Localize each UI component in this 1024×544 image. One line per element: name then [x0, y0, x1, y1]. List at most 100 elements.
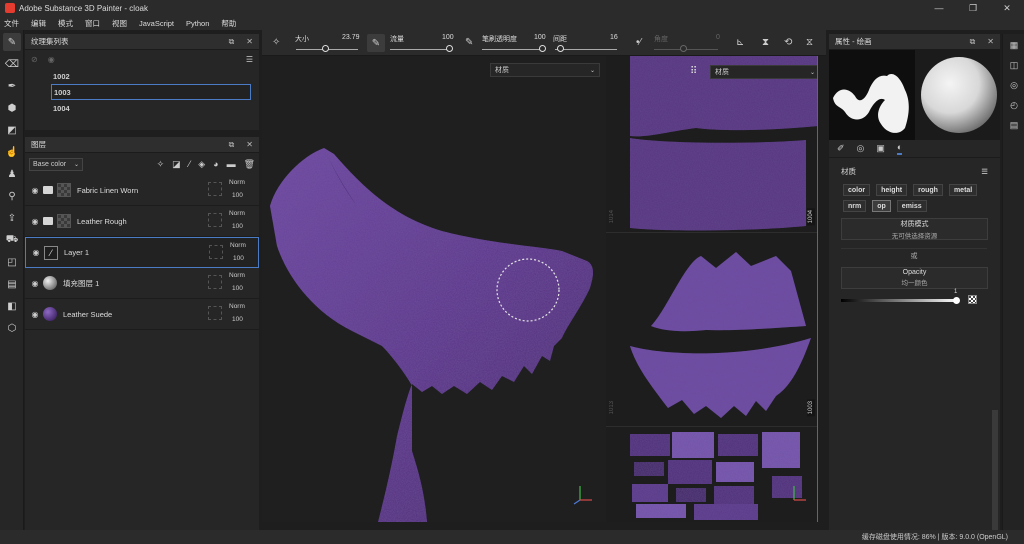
channel-chip-op[interactable]: op: [872, 200, 891, 212]
hide-icon[interactable]: ⊘: [31, 55, 38, 64]
float-icon[interactable]: ⧉: [970, 37, 976, 47]
polygon-fill-icon[interactable]: ◩: [3, 121, 21, 139]
symmetry-settings-icon[interactable]: ⟲: [784, 37, 792, 48]
menu-icon[interactable]: ☰: [981, 167, 988, 176]
blend-mode-select[interactable]: Norm: [229, 303, 245, 310]
stroke-opacity-slider[interactable]: [482, 49, 544, 50]
stroke-opacity-icon[interactable]: ✎: [465, 37, 473, 48]
layer-row[interactable]: ◉ ⁄ Layer 1 Norm 100: [25, 237, 259, 268]
flow-slider-handle[interactable]: [446, 45, 453, 52]
layer-opacity-value[interactable]: 100: [233, 255, 244, 262]
paint-brush-icon[interactable]: ✎: [3, 33, 21, 51]
stroke-opacity-value[interactable]: 100: [534, 34, 546, 41]
visibility-eye-icon[interactable]: ◉: [27, 186, 43, 195]
layer-mask-slot[interactable]: [209, 245, 223, 259]
close-icon[interactable]: ✕: [246, 140, 253, 150]
blend-mode-select[interactable]: Norm: [229, 210, 245, 217]
opacity-gradient-handle[interactable]: [953, 297, 960, 304]
layer-row[interactable]: ◉ Leather Suede Norm 100: [25, 299, 259, 330]
visibility-eye-icon[interactable]: ◉: [27, 279, 43, 288]
texture-set-item-1002[interactable]: 1002: [25, 68, 259, 84]
size-slider-handle[interactable]: [322, 45, 329, 52]
alpha-tab-icon[interactable]: ◎: [857, 143, 865, 154]
flow-icon[interactable]: ✎: [367, 34, 385, 52]
geometry-fill-icon[interactable]: ⬢: [3, 99, 21, 117]
assets-icon[interactable]: ◰: [3, 253, 21, 271]
spacing-slider-handle[interactable]: [557, 45, 564, 52]
flow-slider[interactable]: [390, 49, 452, 50]
layer-row[interactable]: ◉ 填充图层 1 Norm 100: [25, 268, 259, 299]
layer-opacity-value[interactable]: 100: [232, 192, 243, 199]
visibility-eye-icon[interactable]: ◉: [28, 248, 44, 257]
visibility-eye-icon[interactable]: ◉: [27, 310, 43, 319]
viewport-3d-mode-select[interactable]: 材质 ⌄: [490, 63, 600, 77]
add-folder-icon[interactable]: ▬: [227, 159, 236, 170]
opacity-gradient-slider[interactable]: [841, 299, 959, 302]
add-mask-icon[interactable]: ◪: [172, 159, 181, 170]
channel-select[interactable]: Base color ⌄: [29, 157, 83, 171]
blend-mode-select[interactable]: Norm: [229, 272, 245, 279]
material-tab-icon[interactable]: ◐: [896, 142, 903, 155]
layer-row[interactable]: ◉ Leather Rough Norm 100: [25, 206, 259, 237]
library-icon[interactable]: ▤: [3, 275, 21, 293]
export-icon[interactable]: ⛟: [3, 231, 21, 249]
layer-mask-slot[interactable]: [208, 275, 222, 289]
delete-icon[interactable]: 🗑: [244, 159, 255, 170]
menu-window[interactable]: 窗口: [85, 18, 100, 29]
log-icon[interactable]: ▤: [1006, 120, 1022, 134]
texture-set-item-1003[interactable]: 1003: [51, 84, 251, 100]
maximize-button[interactable]: ❐: [956, 3, 990, 14]
symmetry-icon[interactable]: ⧗: [762, 37, 769, 48]
add-smart-material-icon[interactable]: ◕: [213, 159, 218, 170]
projection-icon[interactable]: ✒: [3, 77, 21, 95]
visibility-icon[interactable]: ◉: [48, 55, 55, 64]
channel-chip-color[interactable]: color: [843, 184, 871, 196]
menu-edit[interactable]: 编辑: [31, 18, 46, 29]
camera-icon[interactable]: ◎: [1006, 80, 1022, 94]
channel-chip-rough[interactable]: rough: [913, 184, 943, 196]
brush-tab-icon[interactable]: ✐: [837, 143, 845, 154]
display-icon[interactable]: ◧: [3, 297, 21, 315]
menu-icon[interactable]: ☰: [246, 55, 253, 64]
close-icon[interactable]: ✕: [246, 37, 253, 47]
bake-icon[interactable]: ⇪: [3, 209, 21, 227]
layer-row[interactable]: ◉ Fabric Linen Worn Norm 100: [25, 175, 259, 206]
alignment-icon[interactable]: ⊾: [736, 37, 744, 48]
channel-chip-metal[interactable]: metal: [948, 184, 978, 196]
clone-icon[interactable]: ♟: [3, 165, 21, 183]
tile-icon[interactable]: ⧖: [806, 37, 813, 48]
uv-display-icon[interactable]: ⠿: [690, 66, 697, 77]
history-icon[interactable]: ◴: [1006, 100, 1022, 114]
properties-scrollbar[interactable]: [992, 410, 998, 530]
channel-chip-emiss[interactable]: emiss: [896, 200, 927, 212]
float-icon[interactable]: ⧉: [229, 140, 235, 150]
flow-value[interactable]: 100: [442, 34, 454, 41]
blend-mode-select[interactable]: Norm: [229, 179, 245, 186]
viewport-3d[interactable]: 材质 ⌄: [262, 56, 606, 522]
brush-settings-icon[interactable]: ✧: [272, 37, 280, 48]
stencil-tab-icon[interactable]: ▣: [876, 143, 885, 154]
viewport-2d[interactable]: 1004 1003 1014 1013 ⠿ 材质 ⌄: [606, 56, 818, 522]
minimize-button[interactable]: —: [922, 3, 956, 14]
layer-opacity-value[interactable]: 100: [232, 316, 243, 323]
menu-javascript[interactable]: JavaScript: [139, 19, 174, 28]
texture-set-settings-icon[interactable]: ▦: [1006, 40, 1022, 54]
menu-view[interactable]: 视图: [112, 18, 127, 29]
angle-value[interactable]: 0: [716, 34, 720, 41]
lazy-mouse-icon[interactable]: •⁄: [636, 37, 641, 48]
channel-chip-nrm[interactable]: nrm: [843, 200, 867, 212]
add-paint-layer-icon[interactable]: ⁄: [189, 159, 191, 170]
opacity-picker[interactable]: Opacity 均一颜色: [841, 267, 988, 289]
spacing-value[interactable]: 16: [610, 34, 618, 41]
color-pick-icon[interactable]: [968, 295, 977, 304]
visibility-eye-icon[interactable]: ◉: [27, 217, 43, 226]
angle-slider-handle[interactable]: [680, 45, 687, 52]
layer-mask-slot[interactable]: [208, 182, 222, 196]
color-picker-icon[interactable]: ⚲: [3, 187, 21, 205]
layer-mask-slot[interactable]: [208, 306, 222, 320]
shelf-icon[interactable]: ⬡: [3, 319, 21, 337]
display-settings-icon[interactable]: ◫: [1006, 60, 1022, 74]
eraser-icon[interactable]: ⌫: [3, 55, 21, 73]
blend-mode-select[interactable]: Norm: [230, 242, 246, 249]
layer-mask-slot[interactable]: [208, 213, 222, 227]
